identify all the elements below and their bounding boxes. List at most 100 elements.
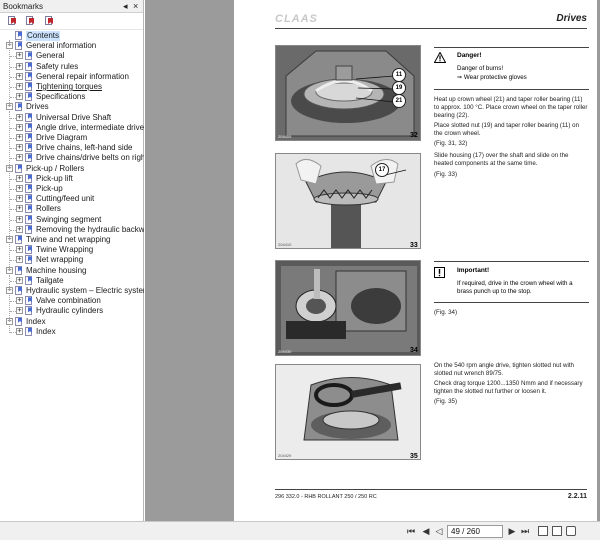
tree-connector: [9, 325, 10, 333]
close-panel-button[interactable]: ×: [133, 1, 138, 11]
expand-toggle-icon[interactable]: +: [16, 113, 23, 121]
bookmark-item[interactable]: + Drive Diagram: [0, 133, 144, 143]
expand-toggle-icon[interactable]: +: [16, 215, 23, 223]
last-page-button[interactable]: ⏭: [519, 525, 531, 537]
bookmark-label: Pick-up / Rollers: [26, 163, 85, 173]
first-page-button[interactable]: ⏮: [405, 525, 417, 537]
bookmark-item[interactable]: + General repair information: [0, 71, 144, 82]
bookmark-label: General information: [26, 41, 97, 51]
bookmark-item[interactable]: + Tightening torques: [0, 82, 144, 92]
bookmark-item[interactable]: + Twine Wrapping: [0, 245, 144, 255]
expand-toggle-icon[interactable]: +: [16, 144, 23, 152]
bookmark-item[interactable]: + Safety rules: [0, 61, 144, 72]
bookmark-item[interactable]: + Tailgate: [0, 275, 144, 286]
expand-toggle-icon[interactable]: +: [16, 83, 23, 90]
expand-toggle-icon[interactable]: +: [16, 205, 23, 213]
tree-connector: [10, 127, 16, 129]
header-divider: [275, 28, 587, 29]
brand-logo: CLAAS: [275, 13, 318, 25]
bookmark-label: Safety rules: [36, 61, 79, 71]
previous-page-button[interactable]: ◀: [420, 525, 432, 537]
bookmark-item[interactable]: − General information: [0, 41, 144, 51]
expand-toggle-icon[interactable]: +: [16, 307, 23, 315]
expand-toggle-icon[interactable]: +: [16, 52, 23, 60]
next-page-button[interactable]: ▶: [506, 525, 518, 537]
bookmark-item[interactable]: + Swinging segment: [0, 214, 144, 225]
new-bookmark-icon[interactable]: [8, 16, 17, 26]
bookmark-item[interactable]: + Pick-up: [0, 184, 144, 194]
expand-toggle-icon[interactable]: +: [16, 327, 23, 335]
expand-toggle-icon[interactable]: +: [16, 62, 23, 70]
bookmark-item[interactable]: + Valve combination: [0, 296, 144, 306]
section-title: Drives: [556, 13, 587, 24]
tree-connector: [10, 87, 16, 88]
expand-toggle-icon[interactable]: +: [16, 185, 23, 192]
navigation-toolbar: ⏮ ◀ ◁ 49 / 260 ▶ ⏭: [0, 521, 600, 540]
bookmark-icon: [15, 316, 23, 326]
expand-toggle-icon[interactable]: +: [16, 256, 23, 264]
bookmark-item[interactable]: − Index: [0, 316, 144, 327]
bookmark-label: Swinging segment: [36, 214, 102, 224]
bookmark-icon: [15, 265, 23, 275]
fit-page-icon[interactable]: [538, 526, 548, 536]
bookmark-item[interactable]: + Angle drive, intermediate drive: [0, 122, 144, 133]
danger-line-2: ⇒ Wear protective gloves: [457, 74, 527, 81]
collapse-panel-button[interactable]: ◂: [123, 1, 128, 11]
expand-toggle-icon[interactable]: +: [16, 123, 23, 131]
expand-toggle-icon[interactable]: +: [16, 276, 23, 284]
important-note: Important! If required, drive in the cro…: [434, 267, 589, 299]
bookmark-item[interactable]: + Pick-up lift: [0, 173, 144, 184]
danger-note: Danger! Danger of burns! ⇒ Wear protecti…: [434, 52, 589, 86]
expand-toggle-icon[interactable]: +: [16, 297, 23, 305]
bookmark-item[interactable]: + Cutting/feed unit: [0, 194, 144, 204]
view-mode-icon[interactable]: [566, 526, 576, 536]
bookmark-item[interactable]: − Hydraulic system – Electric system: [0, 286, 144, 296]
figure-code: 204410: [278, 242, 292, 247]
fit-width-icon[interactable]: [552, 526, 562, 536]
note-divider: [434, 89, 589, 90]
bookmark-label: Drive chains/drive belts on right-ha: [36, 153, 144, 163]
expand-bookmark-icon[interactable]: [26, 16, 35, 26]
tree-connector: [10, 117, 16, 119]
bookmark-item[interactable]: Contents: [0, 31, 144, 41]
step-text-4: On the 540 rpm angle drive, tighten slot…: [434, 362, 574, 377]
step-text-1: Heat up crown wheel (21) and taper rolle…: [434, 96, 588, 119]
bookmark-item[interactable]: + Rollers: [0, 204, 144, 214]
expand-toggle-icon[interactable]: +: [16, 154, 23, 162]
bookmark-item[interactable]: + Specifications: [0, 92, 144, 102]
expand-toggle-icon[interactable]: +: [16, 246, 23, 254]
bookmark-options-icon[interactable]: [45, 16, 54, 26]
bookmark-item[interactable]: + Net wrapping: [0, 255, 144, 265]
expand-toggle-icon[interactable]: +: [16, 195, 23, 203]
previous-page-arrow-icon[interactable]: ◁: [433, 525, 445, 537]
bookmark-item[interactable]: + Drive chains/drive belts on right-ha: [0, 153, 144, 163]
figure-number: 32: [410, 132, 418, 139]
bookmark-icon: [25, 122, 33, 132]
bookmark-item[interactable]: + Drive chains, left-hand side: [0, 143, 144, 153]
bookmark-item[interactable]: + General: [0, 51, 144, 61]
bookmark-label: Removing the hydraulic backwinde: [36, 224, 144, 234]
bookmark-item[interactable]: − Drives: [0, 102, 144, 112]
tree-connector: [10, 189, 16, 190]
bookmark-item[interactable]: + Index: [0, 326, 144, 337]
bookmark-item[interactable]: − Machine housing: [0, 265, 144, 276]
bookmark-item[interactable]: − Pick-up / Rollers: [0, 163, 144, 174]
bookmark-item[interactable]: − Twine and net wrapping: [0, 235, 144, 245]
expand-toggle-icon[interactable]: +: [16, 72, 23, 80]
expand-toggle-icon[interactable]: +: [16, 93, 23, 101]
expand-toggle-icon[interactable]: +: [16, 134, 23, 141]
bookmark-item[interactable]: + Universal Drive Shaft: [0, 112, 144, 123]
bookmark-icon: [15, 31, 23, 40]
bookmark-label: Index: [26, 316, 46, 326]
bookmark-icon: [25, 245, 33, 255]
figure-number: 35: [410, 453, 418, 460]
bookmark-item[interactable]: + Hydraulic cylinders: [0, 306, 144, 316]
expand-toggle-icon[interactable]: +: [16, 225, 23, 233]
bookmark-icon: [25, 133, 33, 142]
page-number-input[interactable]: 49 / 260: [447, 525, 503, 538]
bookmark-icon: [15, 102, 23, 112]
bookmark-item[interactable]: + Removing the hydraulic backwinde: [0, 224, 144, 235]
expand-toggle-icon[interactable]: +: [16, 174, 23, 182]
bookmark-icon: [25, 61, 33, 71]
bookmarks-toolbar: [0, 13, 143, 30]
